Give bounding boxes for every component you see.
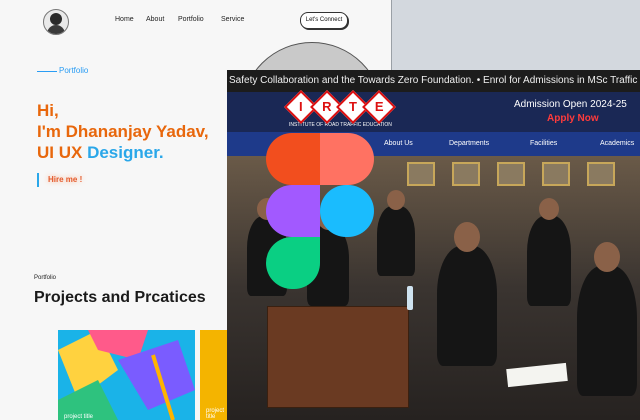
admission-text: Admission Open 2024-25 — [514, 99, 627, 110]
nav-about[interactable]: About — [146, 16, 164, 23]
hire-button[interactable]: Hire me ! — [48, 175, 82, 184]
hero-line-3b: Designer. — [87, 143, 164, 162]
hero-line-2: I'm Dhananjay Yadav, — [37, 122, 209, 141]
nav-portfolio[interactable]: Portfolio — [178, 16, 204, 23]
site-header: I R T E INSTITUTE OF ROAD TRAFFIC EDUCAT… — [227, 90, 640, 132]
menu-about-us[interactable]: About Us — [384, 140, 413, 147]
hero-heading: Hi, I'm Dhananjay Yadav, UI UX Designer. — [37, 100, 209, 163]
hero-line-3a: UI UX — [37, 143, 88, 162]
logo-letter: I — [299, 99, 303, 114]
nav-service[interactable]: Service — [221, 16, 244, 23]
project-card[interactable]: project title — [200, 330, 230, 420]
menu-facilities[interactable]: Facilities — [530, 140, 557, 147]
podium — [267, 306, 409, 408]
hero-line-1: Hi, — [37, 101, 59, 120]
projects-title: Projects and Prcatices — [34, 289, 206, 306]
nav-home[interactable]: Home — [115, 16, 134, 23]
section-divider — [37, 71, 57, 72]
logo-letter: T — [349, 98, 357, 114]
irte-logo[interactable]: I R T E INSTITUTE OF ROAD TRAFFIC EDUCAT… — [284, 90, 396, 128]
projects-tag: Portfolio — [34, 275, 57, 281]
figma-logo-icon — [266, 133, 374, 289]
menu-departments[interactable]: Departments — [449, 140, 489, 147]
profile-logo[interactable] — [43, 9, 69, 35]
section-tag: Portfolio — [59, 66, 89, 75]
project-thumbnail — [58, 330, 195, 420]
connect-button[interactable]: Let's Connect — [300, 12, 348, 29]
menu-academics[interactable]: Academics — [600, 140, 634, 147]
water-bottle — [407, 286, 413, 310]
logo-letter: R — [322, 98, 332, 114]
card-caption: project title — [64, 414, 94, 420]
papers — [506, 362, 568, 388]
hire-accent — [37, 173, 39, 187]
logo-letter: E — [374, 98, 384, 114]
project-card[interactable]: project title — [58, 330, 195, 420]
logo-subtitle: INSTITUTE OF ROAD TRAFFIC EDUCATION — [289, 122, 392, 128]
news-ticker[interactable]: Safety Collaboration and the Towards Zer… — [227, 70, 640, 92]
desktop-background — [392, 0, 640, 70]
apply-now-link[interactable]: Apply Now — [547, 113, 599, 124]
